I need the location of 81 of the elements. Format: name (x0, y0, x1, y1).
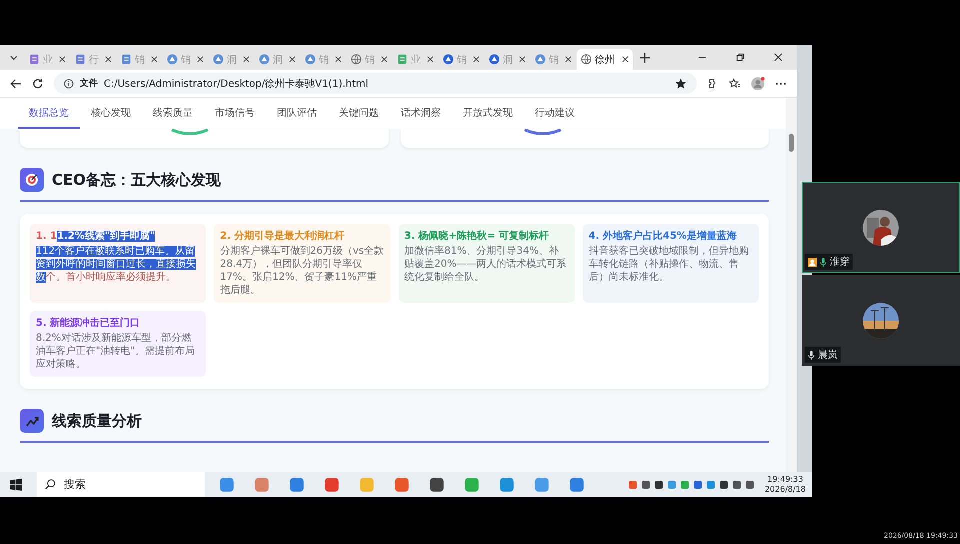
back-arrow-icon[interactable] (10, 78, 22, 90)
document-icon (29, 54, 40, 65)
section-title: 线索质量分析 (52, 412, 142, 430)
arc-drawing (522, 129, 562, 135)
url-text: C:/Users/Administrator/Desktop/徐州卡泰驰V1(1).html (104, 78, 369, 90)
nav-tab[interactable]: 行动建议 (524, 98, 586, 129)
close-icon[interactable] (774, 53, 783, 62)
globe-icon (581, 54, 592, 65)
finding-text: 抖音获客已突破地域限制，但异地购车转化链路（补贴操作、物流、售后）尚未标准化。 (588, 245, 750, 284)
close-icon[interactable] (105, 56, 112, 63)
nav-tab[interactable]: 团队评估 (266, 98, 328, 129)
close-icon[interactable] (565, 56, 572, 63)
finding-text: 112个客户在被联系时已购车。从留资到外呼的时间窗口过长，直接损失数个。首小时响应率必须提升。 (36, 245, 197, 284)
search-field[interactable]: 搜索 (37, 472, 205, 497)
close-icon[interactable] (381, 56, 388, 63)
favorites-icon[interactable] (729, 78, 741, 90)
document-icon (75, 54, 86, 65)
app-icon[interactable] (429, 476, 445, 492)
clock-time: 19:49:33 (768, 474, 804, 484)
globe-icon (351, 54, 362, 65)
star-icon[interactable] (675, 78, 687, 90)
scrollbar-thumb[interactable] (789, 134, 794, 152)
close-icon[interactable] (59, 56, 66, 63)
search-icon (45, 479, 56, 490)
close-icon[interactable] (197, 56, 204, 63)
nav-tab[interactable]: 开放式发现 (452, 98, 524, 129)
section-icon (20, 168, 44, 192)
info-icon (64, 78, 74, 88)
close-icon[interactable] (243, 56, 250, 63)
arc-drawing (170, 129, 210, 135)
participant-name: 晨岚 (818, 348, 838, 362)
tray-icon[interactable] (654, 480, 664, 490)
section-icon (20, 409, 44, 433)
site-icon (259, 54, 270, 65)
tray-icon[interactable] (640, 480, 651, 490)
document-icon (397, 54, 408, 65)
scheme-label: 文件 (80, 77, 98, 90)
clock-date: 2026/8/18 (764, 484, 806, 494)
site-icon (443, 54, 454, 65)
nav-tab[interactable]: 核心发现 (80, 98, 142, 129)
finding-text: 分期客户裸车可做到26万级（vs全款28.4万），但团队分期引导率仅17%。张启12%、贺子豪11%严重拖后腿。 (220, 245, 384, 297)
close-icon[interactable] (151, 56, 158, 63)
finding-title: 4. 外地客户占比45%是增量蓝海 (588, 230, 738, 243)
close-icon[interactable] (519, 56, 526, 63)
close-icon[interactable] (335, 56, 342, 63)
nav-tab[interactable]: 线索质量 (142, 98, 204, 129)
microphone-icon (808, 350, 815, 360)
browser-tab[interactable]: 徐州 (577, 49, 633, 70)
nav-tab[interactable]: 话术洞察 (390, 98, 452, 129)
participant-name: 淮穿 (830, 256, 850, 269)
site-icon (167, 54, 178, 65)
site-icon (535, 54, 546, 65)
microphone-icon (820, 258, 827, 266)
app-icon[interactable] (324, 476, 340, 492)
close-icon[interactable] (473, 56, 480, 63)
site-icon (489, 54, 500, 65)
nav-tab[interactable]: 市场信号 (204, 98, 266, 129)
finding-text: 加微信率81%、分期引导34%、补贴覆盖20%——两人的话术模式可系统化复制给全队。 (404, 245, 568, 284)
windows-start-icon[interactable] (10, 478, 22, 490)
site-icon (305, 54, 316, 65)
tray-icon[interactable] (718, 480, 729, 490)
close-icon[interactable] (289, 56, 296, 63)
finding-title: 3. 杨佩晓+陈艳秋= 可复制标杆 (404, 230, 550, 243)
host-badge-icon (808, 258, 817, 266)
close-icon[interactable] (622, 56, 629, 63)
tray-icon[interactable] (692, 480, 703, 490)
section-title: CEO备忘：五大核心发现 (52, 170, 222, 190)
nav-tab[interactable]: 关键问题 (328, 98, 390, 129)
restore-icon[interactable] (736, 53, 745, 62)
reload-icon[interactable] (32, 78, 44, 90)
address-bar[interactable]: 文件 C:/Users/Administrator/Desktop/徐州卡泰驰V1(1).html (54, 73, 697, 94)
document-icon (121, 54, 132, 65)
finding-title: 2. 分期引导是最大利润杠杆 (220, 230, 346, 243)
site-icon (213, 54, 224, 65)
finding-title: 1. 11.2%线索"到手即腐" (36, 230, 156, 243)
finding-text: 8.2%对话涉及新能源车型，部分燃油车客户正在"油转电"。需提前布局应对策略。 (36, 332, 196, 371)
tray-icon[interactable] (732, 480, 742, 490)
finding-title: 5. 新能源冲击已至门口 (36, 317, 142, 330)
profile-avatar-icon[interactable] (751, 76, 765, 90)
close-icon[interactable] (427, 56, 434, 63)
tray-icon[interactable] (744, 480, 755, 490)
